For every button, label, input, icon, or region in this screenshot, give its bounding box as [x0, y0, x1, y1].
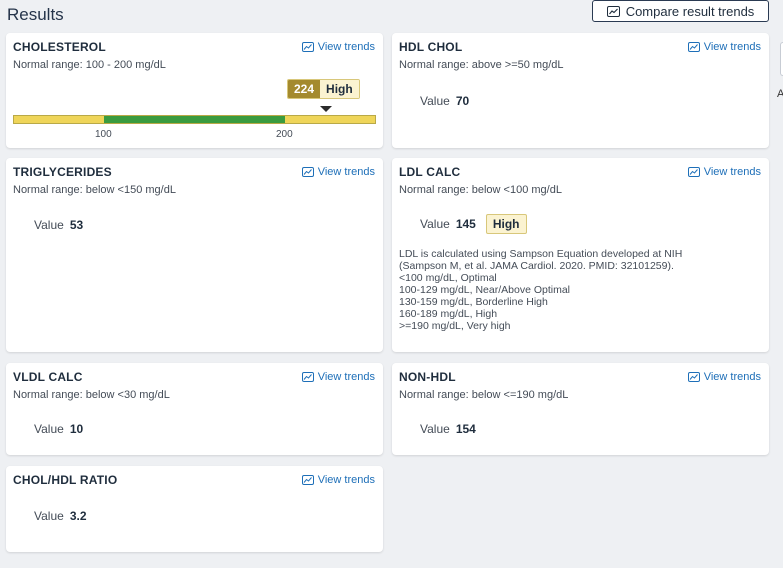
result-value: 224 [288, 80, 321, 98]
view-trends-link[interactable]: View trends [687, 41, 761, 53]
trend-chart-icon [301, 475, 314, 485]
view-trends-link[interactable]: View trends [687, 166, 761, 178]
result-value: 145 [455, 217, 476, 231]
view-trends-label: View trends [317, 166, 375, 178]
value-label: Value [34, 422, 64, 436]
gauge-tick-high: 200 [276, 129, 293, 140]
gauge-tick-low: 100 [95, 129, 112, 140]
view-trends-link[interactable]: View trends [301, 166, 375, 178]
normal-range: Normal range: below <30 mg/dL [13, 389, 170, 401]
value-row: Value 10 [34, 422, 83, 436]
offscreen-panel-letter: A [777, 88, 783, 100]
view-trends-label: View trends [317, 474, 375, 486]
card-title: CHOLESTEROL [13, 40, 106, 54]
note-line: <100 mg/dL, Optimal [399, 272, 497, 284]
value-label: Value [34, 509, 64, 523]
card-title: TRIGLYCERIDES [13, 165, 112, 179]
note-line: (Sampson M, et al. JAMA Cardiol. 2020. P… [399, 260, 674, 272]
result-value: 53 [69, 218, 84, 232]
view-trends-link[interactable]: View trends [301, 474, 375, 486]
trend-chart-icon [301, 167, 314, 177]
ldl-card: LDL CALC Normal range: below <100 mg/dL … [392, 158, 769, 352]
value-row: Value 3.2 [34, 509, 87, 523]
card-title: CHOL/HDL RATIO [13, 473, 118, 487]
high-flag: High [320, 80, 359, 98]
value-row: Value 154 [420, 422, 476, 436]
card-title: HDL CHOL [399, 40, 463, 54]
value-row: Value 53 [34, 218, 83, 232]
range-gauge [13, 115, 376, 124]
gauge-above-range [285, 116, 375, 123]
gauge-marker [320, 106, 332, 112]
cholesterol-card: CHOLESTEROL Normal range: 100 - 200 mg/d… [6, 33, 383, 148]
normal-range: Normal range: 100 - 200 mg/dL [13, 59, 166, 71]
note-line: 160-189 mg/dL, High [399, 308, 498, 320]
trend-chart-icon [606, 5, 620, 17]
trend-chart-icon [687, 42, 700, 52]
trend-chart-icon [687, 372, 700, 382]
note-line: LDL is calculated using Sampson Equation… [399, 248, 683, 260]
gauge-in-range [104, 116, 285, 123]
value-row: Value 70 [420, 94, 469, 108]
chol-hdl-ratio-card: CHOL/HDL RATIO View trends Value 3.2 [6, 466, 383, 552]
result-value: 3.2 [69, 509, 87, 523]
ldl-calculation-note: LDL is calculated using Sampson Equation… [399, 248, 759, 332]
vldl-card: VLDL CALC Normal range: below <30 mg/dL … [6, 363, 383, 455]
card-title: VLDL CALC [13, 370, 83, 384]
normal-range: Normal range: above >=50 mg/dL [399, 59, 564, 71]
value-label: Value [420, 422, 450, 436]
gauge-below-range [14, 116, 104, 123]
view-trends-link[interactable]: View trends [301, 41, 375, 53]
triglycerides-card: TRIGLYCERIDES Normal range: below <150 m… [6, 158, 383, 352]
view-trends-label: View trends [703, 166, 761, 178]
result-value: 10 [69, 422, 84, 436]
view-trends-label: View trends [317, 41, 375, 53]
view-trends-label: View trends [703, 41, 761, 53]
card-title: NON-HDL [399, 370, 456, 384]
trend-chart-icon [687, 167, 700, 177]
result-flag: 224 High [287, 79, 360, 99]
result-value: 154 [455, 422, 476, 436]
normal-range: Normal range: below <100 mg/dL [399, 184, 562, 196]
compare-result-trends-label: Compare result trends [625, 3, 755, 19]
value-label: Value [420, 217, 450, 231]
card-title: LDL CALC [399, 165, 461, 179]
hdl-card: HDL CHOL Normal range: above >=50 mg/dL … [392, 33, 769, 148]
view-trends-link[interactable]: View trends [687, 371, 761, 383]
note-line: 100-129 mg/dL, Near/Above Optimal [399, 284, 571, 296]
view-trends-label: View trends [703, 371, 761, 383]
result-value: 70 [455, 94, 470, 108]
note-line: >=190 mg/dL, Very high [399, 320, 511, 332]
compare-result-trends-button[interactable]: Compare result trends [592, 0, 769, 22]
trend-chart-icon [301, 42, 314, 52]
non-hdl-card: NON-HDL Normal range: below <=190 mg/dL … [392, 363, 769, 455]
value-label: Value [420, 94, 450, 108]
page-title: Results [7, 5, 64, 24]
view-trends-link[interactable]: View trends [301, 371, 375, 383]
high-flag: High [485, 214, 527, 234]
value-label: Value [34, 218, 64, 232]
normal-range: Normal range: below <=190 mg/dL [399, 389, 569, 401]
value-row: Value 145 High [420, 214, 527, 234]
view-trends-label: View trends [317, 371, 375, 383]
note-line: 130-159 mg/dL, Borderline High [399, 296, 548, 308]
normal-range: Normal range: below <150 mg/dL [13, 184, 176, 196]
trend-chart-icon [301, 372, 314, 382]
